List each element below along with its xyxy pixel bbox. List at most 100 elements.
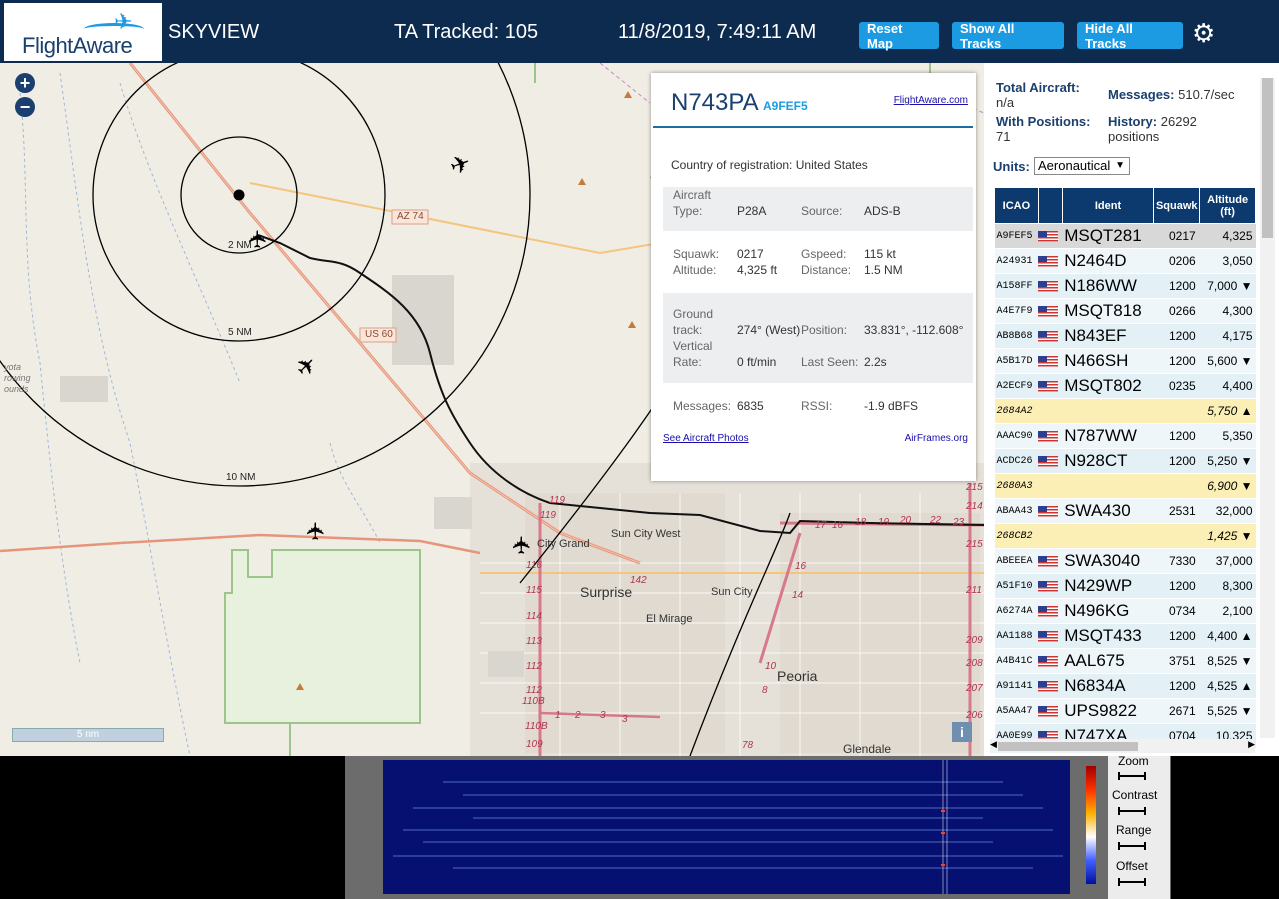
table-row[interactable]: A4E7F9 MSQT818 0266 4,300: [994, 298, 1256, 324]
horizontal-scrollbar[interactable]: ◀ ▶: [990, 739, 1255, 753]
svg-text:207: 207: [965, 683, 983, 694]
selected-hex: A9FEF5: [763, 99, 808, 113]
altitude-header-line-2: (ft): [1220, 205, 1235, 218]
info-icon[interactable]: i: [952, 722, 972, 742]
cell-flag: [1038, 623, 1063, 649]
table-row[interactable]: A24931 N2464D 0206 3,050: [994, 248, 1256, 274]
cell-flag: [1038, 573, 1063, 599]
reset-map-button[interactable]: Reset Map: [859, 21, 939, 51]
us-flag-icon: [1038, 656, 1059, 668]
show-all-tracks-button[interactable]: Show All Tracks: [952, 21, 1064, 51]
cell-icao: 2680A3: [994, 473, 1039, 499]
table-row[interactable]: 2684A2 5,750 ▲: [994, 398, 1256, 424]
flightaware-logo[interactable]: ✈ FlightAware: [4, 3, 162, 61]
table-row[interactable]: ACDC26 N928CT 1200 5,250 ▼: [994, 448, 1256, 474]
column-header-squawk[interactable]: Squawk: [1153, 187, 1201, 224]
selected-callsign: N743PA: [671, 89, 759, 116]
us-flag-icon: [1038, 606, 1059, 618]
distance-label: Distance:: [801, 263, 852, 277]
gspeed-label: Gspeed:: [801, 247, 847, 261]
table-row[interactable]: 2680A3 6,900 ▼: [994, 473, 1256, 499]
table-row[interactable]: A4B41C AAL675 3751 8,525 ▼: [994, 648, 1256, 674]
hide-all-tracks-button[interactable]: Hide All Tracks: [1077, 21, 1183, 51]
contrast-slider[interactable]: [1118, 807, 1146, 815]
cell-ident: N787WW: [1062, 423, 1154, 449]
table-row[interactable]: AB8B68 N843EF 1200 4,175: [994, 323, 1256, 349]
cell-ident: N928CT: [1062, 448, 1154, 474]
cell-squawk: 2671: [1153, 698, 1200, 724]
table-row[interactable]: ABAA43 SWA430 2531 32,000: [994, 498, 1256, 524]
vertical-scrollbar[interactable]: [1260, 78, 1275, 738]
cell-icao: ACDC26: [994, 448, 1039, 474]
with-positions-label: With Positions:: [996, 114, 1091, 129]
waterfall-colorbar: [1086, 766, 1096, 884]
squawk-label: Squawk:: [673, 247, 720, 261]
column-header-ident[interactable]: Ident: [1061, 187, 1155, 224]
range-slider[interactable]: [1118, 842, 1146, 850]
zoom-in-button[interactable]: +: [15, 73, 35, 93]
cell-altitude: 5,750 ▲: [1199, 398, 1256, 424]
cell-flag: [1038, 698, 1063, 724]
table-row[interactable]: A91141 N6834A 1200 4,525 ▲: [994, 673, 1256, 699]
aircraft-list-panel: Total Aircraft: n/a Messages: 510.7/sec …: [984, 63, 1279, 756]
zoom-out-button[interactable]: −: [15, 97, 35, 117]
svg-text:112: 112: [526, 685, 542, 696]
table-row[interactable]: AAAC90 N787WW 1200 5,350: [994, 423, 1256, 449]
cell-icao: A51F10: [994, 573, 1039, 599]
cell-flag: [1038, 598, 1063, 624]
aircraft-photos-link[interactable]: See Aircraft Photos: [663, 433, 749, 444]
horizontal-scrollbar-thumb[interactable]: [998, 742, 1138, 751]
zoom-slider[interactable]: [1118, 772, 1146, 780]
cell-ident: N429WP: [1062, 573, 1154, 599]
table-row[interactable]: A5AA47 UPS9822 2671 5,525 ▼: [994, 698, 1256, 724]
cell-squawk: 0217: [1153, 223, 1200, 249]
cell-icao: A2ECF9: [994, 373, 1039, 399]
table-row[interactable]: A9FEF5 MSQT281 0217 4,325: [994, 223, 1256, 249]
selected-aircraft-panel: N743PA A9FEF5 FlightAware.com Country of…: [651, 73, 976, 481]
scroll-left-icon[interactable]: ◀: [990, 739, 997, 750]
column-header-flag[interactable]: [1037, 187, 1063, 224]
table-row[interactable]: A51F10 N429WP 1200 8,300: [994, 573, 1256, 599]
cell-squawk: [1153, 523, 1200, 549]
logo-plane-icon: ✈: [114, 9, 133, 34]
us-flag-icon: [1038, 231, 1059, 243]
units-dropdown[interactable]: Aeronautical ▼: [1034, 157, 1130, 175]
table-row[interactable]: AA1188 MSQT433 1200 4,400 ▲: [994, 623, 1256, 649]
place-el-mirage: El Mirage: [646, 613, 693, 625]
cell-ident: N186WW: [1062, 273, 1154, 299]
cell-altitude: 7,000 ▼: [1199, 273, 1256, 299]
scroll-right-icon[interactable]: ▶: [1248, 739, 1255, 750]
cell-squawk: 1200: [1153, 273, 1200, 299]
cell-flag: [1038, 248, 1063, 274]
table-row[interactable]: A6274A N496KG 0734 2,100: [994, 598, 1256, 624]
cell-ident: MSQT802: [1062, 373, 1154, 399]
cell-squawk: 0235: [1153, 373, 1200, 399]
svg-text:115: 115: [526, 585, 542, 596]
airframes-link[interactable]: AirFrames.org: [905, 433, 968, 444]
table-row[interactable]: 268CB2 1,425 ▼: [994, 523, 1256, 549]
cell-ident: [1062, 473, 1154, 499]
ring-label-10nm: 10 NM: [226, 472, 256, 483]
table-row[interactable]: ABEEEA SWA3040 7330 37,000: [994, 548, 1256, 574]
vertical-scrollbar-thumb[interactable]: [1262, 78, 1273, 238]
flightaware-link[interactable]: FlightAware.com: [894, 95, 968, 106]
cell-squawk: 0266: [1153, 298, 1200, 324]
cell-icao: A5B17D: [994, 348, 1039, 374]
table-row[interactable]: A2ECF9 MSQT802 0235 4,400: [994, 373, 1256, 399]
type-label-2: Type:: [673, 204, 703, 218]
table-row[interactable]: A5B17D N466SH 1200 5,600 ▼: [994, 348, 1256, 374]
svg-text:206: 206: [965, 710, 983, 721]
svg-text:✈: ✈: [303, 521, 330, 541]
distance-value: 1.5 NM: [864, 263, 903, 277]
offset-slider[interactable]: [1118, 878, 1146, 886]
column-header-icao[interactable]: ICAO: [994, 187, 1039, 224]
cell-flag: [1038, 523, 1063, 549]
cell-altitude: 4,325: [1199, 223, 1256, 249]
cell-ident: N6834A: [1062, 673, 1154, 699]
cell-flag: [1038, 498, 1063, 524]
svg-text:211: 211: [965, 585, 982, 596]
table-row[interactable]: A158FF N186WW 1200 7,000 ▼: [994, 273, 1256, 299]
cell-squawk: 1200: [1153, 673, 1200, 699]
column-header-altitude[interactable]: Altitude (ft): [1199, 187, 1256, 224]
settings-gear-icon[interactable]: ⚙: [1192, 18, 1215, 49]
